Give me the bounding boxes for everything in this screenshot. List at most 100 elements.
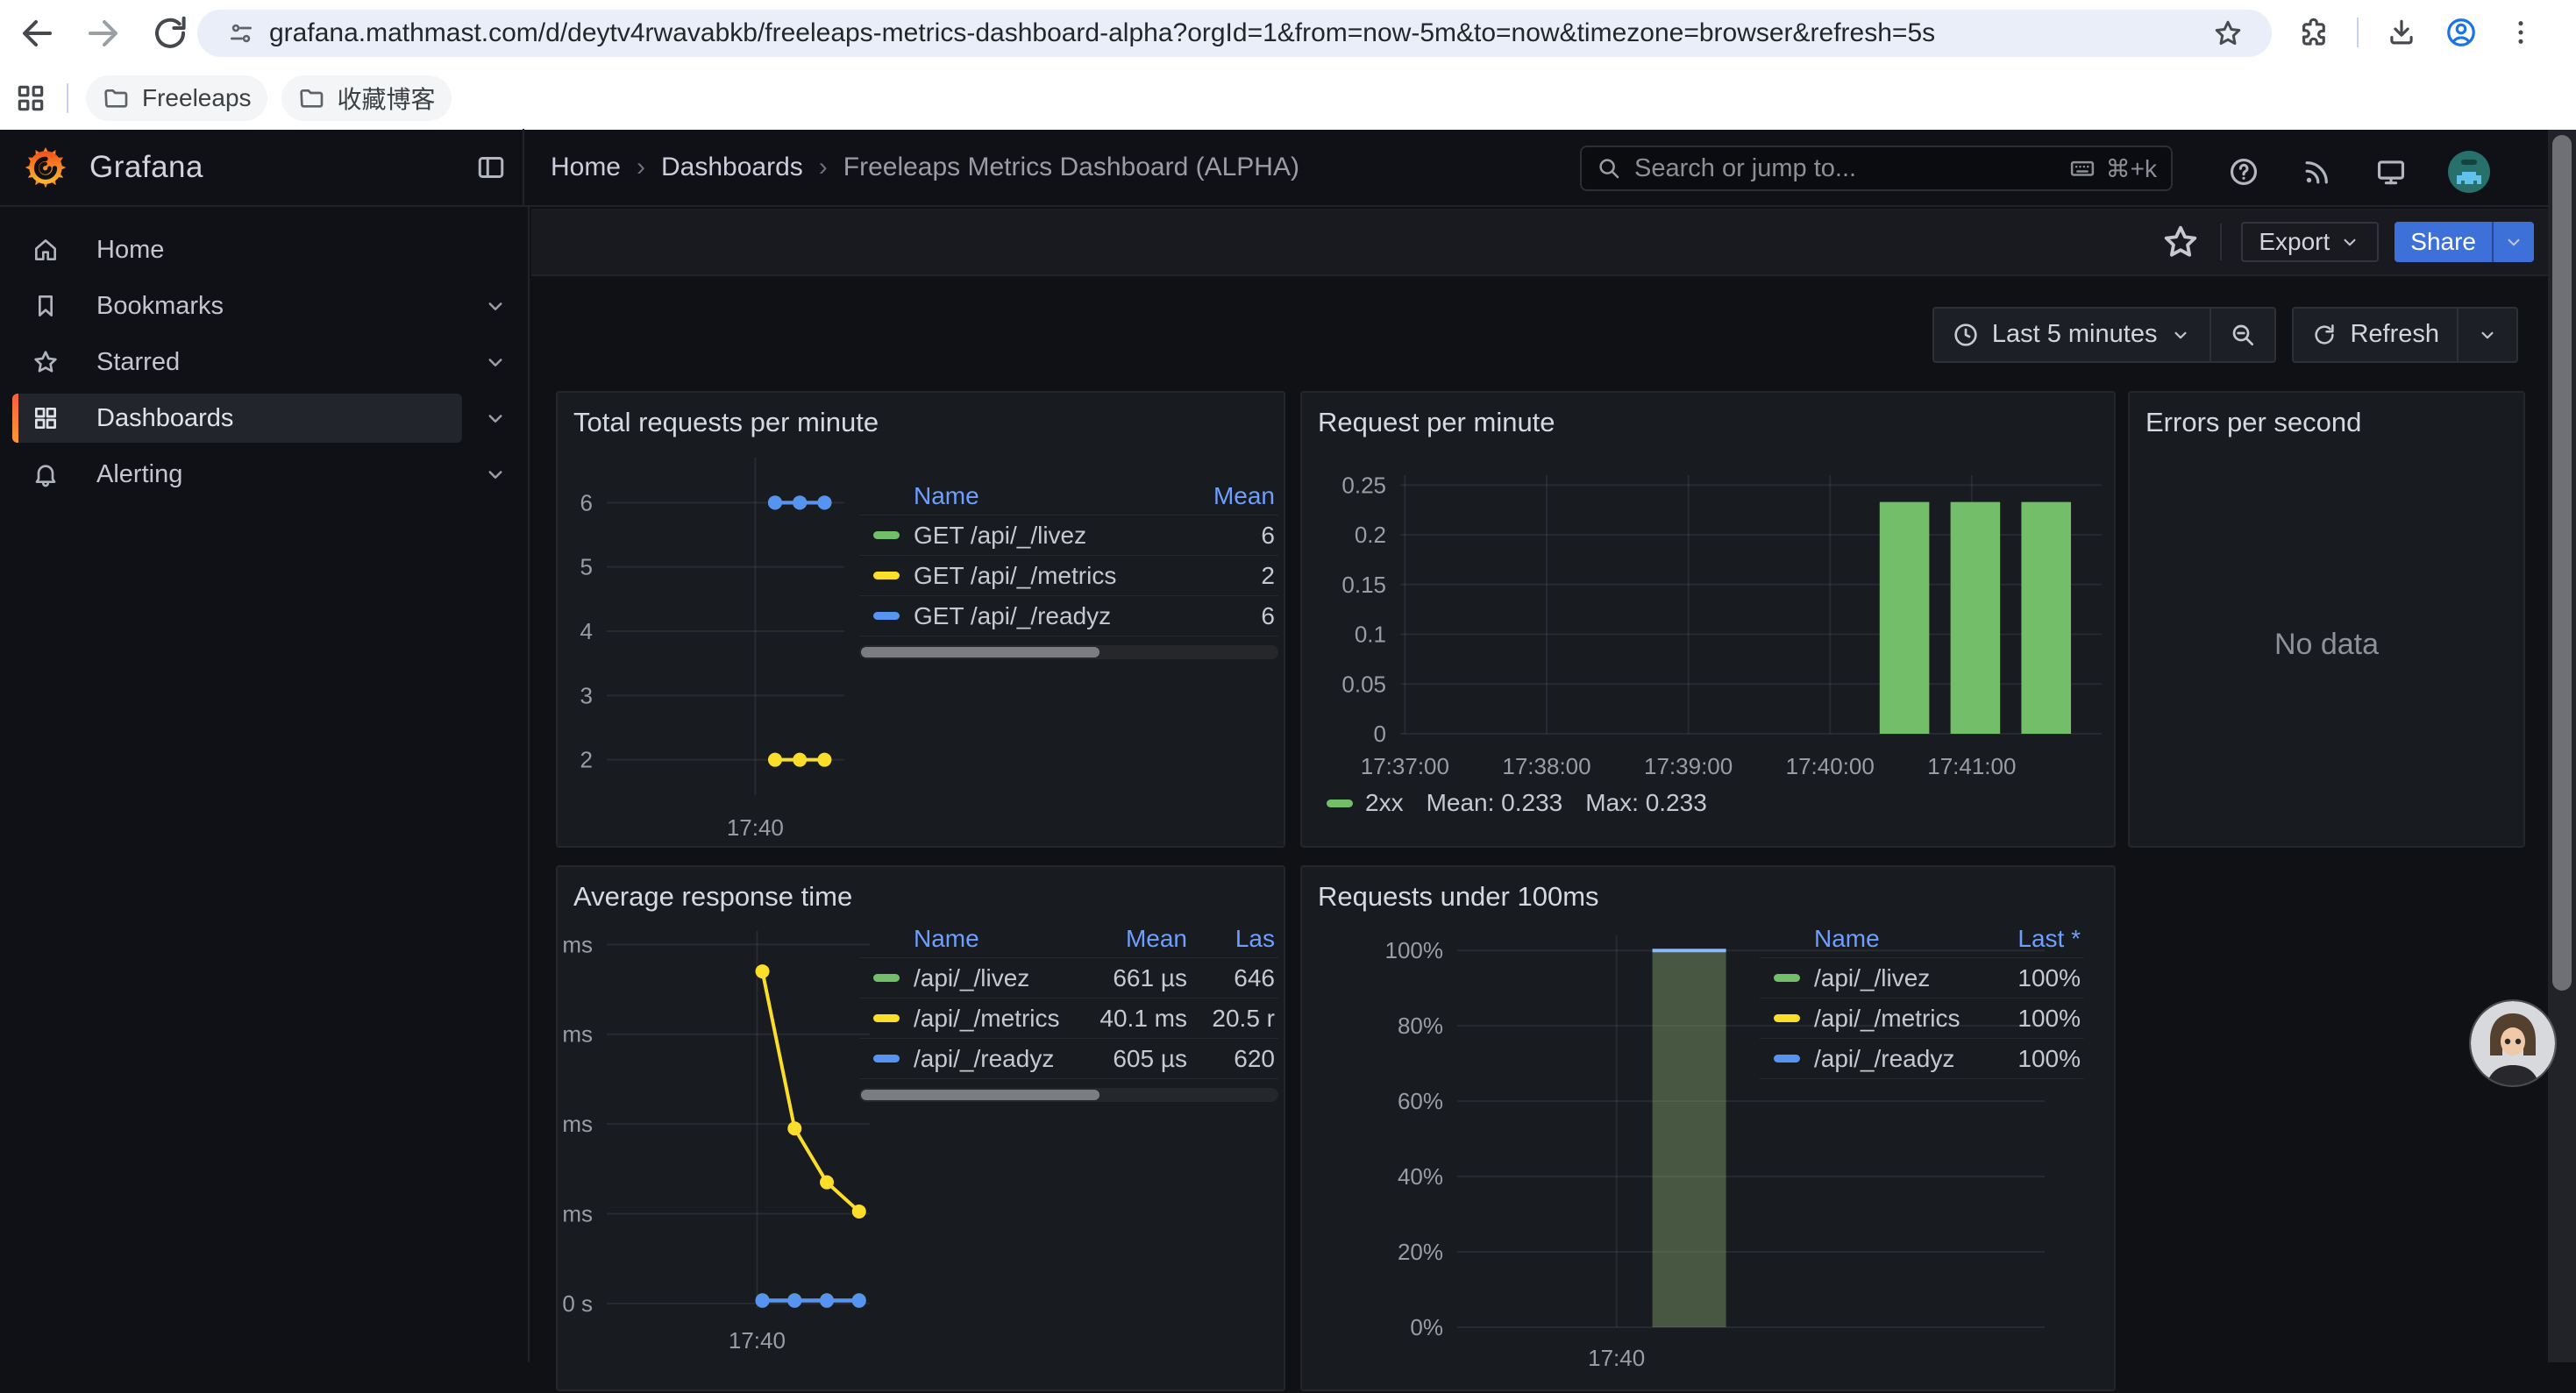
sidebar: Home Bookmarks Starred Dashboards Alerting <box>0 207 530 1362</box>
series-name[interactable]: GET /api/_/readyz <box>914 602 1111 630</box>
no-data-message: No data <box>2130 628 2523 662</box>
legend-column-header[interactable]: Las <box>1191 925 1278 953</box>
series-name[interactable]: /api/_/readyz <box>1814 1045 1954 1073</box>
panel-average-response-time[interactable]: Average response time 80 ms60 ms40 ms20 … <box>556 865 1285 1391</box>
page-scrollbar[interactable] <box>2548 130 2576 1362</box>
sidebar-item-alerting[interactable]: Alerting <box>12 450 462 499</box>
panel-title[interactable]: Errors per second <box>2145 407 2361 438</box>
panel-total-requests[interactable]: Total requests per minute 6543217:40 Nam… <box>556 391 1285 848</box>
svg-text:3: 3 <box>580 682 593 708</box>
legend-column-header[interactable]: Mean <box>1173 482 1278 510</box>
browser-back-button[interactable] <box>16 12 58 54</box>
legend-value: 605 µs <box>1059 1045 1191 1073</box>
extensions-icon[interactable] <box>2297 16 2330 49</box>
news-rss-icon[interactable] <box>2301 155 2334 188</box>
bookmark-folder[interactable]: 收藏博客 <box>281 75 452 121</box>
panel-legend-table[interactable]: NameMeanGET /api/_/livez6GET /api/_/metr… <box>859 477 1278 659</box>
legend-row[interactable]: /api/_/metrics40.1 ms20.5 r <box>859 999 1278 1039</box>
favorite-star-icon[interactable] <box>2160 222 2201 262</box>
time-range-picker[interactable]: Last 5 minutes <box>1934 309 2210 361</box>
panel-legend-table[interactable]: NameMeanLas/api/_/livez661 µs646/api/_/m… <box>859 920 1278 1102</box>
panel-errors-per-second[interactable]: Errors per second No data <box>2128 391 2525 848</box>
legend-row[interactable]: GET /api/_/livez6 <box>859 515 1278 556</box>
sidebar-item-dashboards[interactable]: Dashboards <box>12 394 462 443</box>
site-info-icon[interactable] <box>227 19 255 47</box>
series-dash <box>873 612 900 620</box>
time-controls: Last 5 minutes Refresh <box>531 278 2576 391</box>
breadcrumb-item[interactable]: Home <box>551 153 621 182</box>
series-name[interactable]: GET /api/_/metrics <box>914 562 1116 590</box>
sidebar-item-bookmarks[interactable]: Bookmarks <box>12 281 462 330</box>
refresh-button[interactable]: Refresh <box>2294 309 2457 361</box>
legend-row[interactable]: GET /api/_/readyz6 <box>859 596 1278 636</box>
legend-row[interactable]: /api/_/metrics100% <box>1760 999 2084 1039</box>
legend-scrollbar[interactable] <box>859 645 1278 659</box>
downloads-icon[interactable] <box>2385 16 2418 49</box>
series-name[interactable]: /api/_/readyz <box>914 1045 1054 1073</box>
bookmark-folder[interactable]: Freeleaps <box>86 75 267 121</box>
browser-reload-button[interactable] <box>149 12 191 54</box>
brand-text[interactable]: Grafana <box>89 150 203 185</box>
apps-grid-icon[interactable] <box>14 82 47 115</box>
legend-row[interactable]: /api/_/livez661 µs646 <box>859 958 1278 999</box>
bookmark-label: Freeleaps <box>142 84 252 112</box>
series-dash <box>873 974 900 982</box>
browser-menu-icon[interactable] <box>2504 16 2537 49</box>
sidebar-item-label: Starred <box>96 348 180 377</box>
series-name[interactable]: /api/_/livez <box>914 964 1029 992</box>
search-icon <box>1596 155 1622 181</box>
panel-requests-under-100ms[interactable]: Requests under 100ms 100%80%60%40%20%0%1… <box>1300 865 2116 1391</box>
share-dropdown-button[interactable] <box>2492 222 2534 262</box>
refresh-interval-dropdown[interactable] <box>2457 309 2516 361</box>
expand-chevron-icon[interactable] <box>482 405 509 431</box>
legend-column-header[interactable]: Name <box>859 482 1173 510</box>
breadcrumb-item[interactable]: Dashboards <box>661 153 803 182</box>
grafana-logo[interactable] <box>25 146 67 188</box>
legend-scrollbar-thumb[interactable] <box>861 1090 1099 1100</box>
help-icon[interactable] <box>2227 155 2260 188</box>
clock-icon <box>1952 321 1980 349</box>
panel-legend-inline[interactable]: 2xx Mean: 0.233 Max: 0.233 <box>1327 789 1707 817</box>
bookmarks-bar: Freeleaps 收藏博客 <box>0 67 2576 130</box>
export-button[interactable]: Export <box>2241 222 2379 262</box>
legend-column-header[interactable]: Name <box>859 925 1059 953</box>
legend-column-header[interactable]: Last * <box>1979 925 2084 953</box>
series-name[interactable]: /api/_/livez <box>1814 964 1930 992</box>
legend-row[interactable]: GET /api/_/metrics2 <box>859 556 1278 596</box>
browser-forward-button[interactable] <box>82 12 125 54</box>
search-input[interactable]: Search or jump to... ⌘+k <box>1580 146 2173 191</box>
profile-icon[interactable] <box>2444 16 2478 49</box>
panel-request-per-minute[interactable]: Request per minute 0.250.20.150.10.05017… <box>1300 391 2116 848</box>
series-name[interactable]: GET /api/_/livez <box>914 522 1086 550</box>
assistant-avatar[interactable] <box>2471 1001 2555 1085</box>
series-name[interactable]: 2xx <box>1365 789 1404 817</box>
sidebar-item-home[interactable]: Home <box>12 225 462 274</box>
legend-scrollbar[interactable] <box>859 1088 1278 1102</box>
zoom-out-button[interactable] <box>2210 309 2274 361</box>
svg-text:0.1: 0.1 <box>1355 622 1386 648</box>
legend-row[interactable]: /api/_/readyz605 µs620 <box>859 1039 1278 1079</box>
svg-text:17:40: 17:40 <box>1588 1345 1645 1371</box>
legend-row[interactable]: /api/_/readyz100% <box>1760 1039 2084 1079</box>
series-name[interactable]: /api/_/metrics <box>1814 1005 1960 1033</box>
legend-column-header[interactable]: Mean <box>1059 925 1191 953</box>
panel-legend-table[interactable]: NameLast */api/_/livez100%/api/_/metrics… <box>1760 920 2084 1079</box>
legend-column-header[interactable]: Name <box>1760 925 1979 953</box>
user-avatar[interactable] <box>2448 151 2490 193</box>
expand-chevron-icon[interactable] <box>482 461 509 487</box>
kiosk-monitor-icon[interactable] <box>2374 155 2408 188</box>
series-name[interactable]: /api/_/metrics <box>914 1005 1059 1033</box>
dock-menu-icon[interactable] <box>475 152 507 183</box>
share-button[interactable]: Share <box>2395 222 2492 262</box>
expand-chevron-icon[interactable] <box>482 293 509 319</box>
grafana-header: Grafana Home›Dashboards›Freeleaps Metric… <box>0 130 2576 207</box>
expand-chevron-icon[interactable] <box>482 349 509 375</box>
legend-row[interactable]: /api/_/livez100% <box>1760 958 2084 999</box>
legend-scrollbar-thumb[interactable] <box>861 647 1099 657</box>
bookmark-star-icon[interactable] <box>2212 18 2244 49</box>
sidebar-item-starred[interactable]: Starred <box>12 338 462 387</box>
search-placeholder: Search or jump to... <box>1634 154 2067 183</box>
address-bar[interactable]: grafana.mathmast.com/d/deytv4rwavabkb/fr… <box>197 10 2272 57</box>
scrollbar-thumb[interactable] <box>2552 135 2572 991</box>
breadcrumb-separator-icon: › <box>637 153 645 182</box>
